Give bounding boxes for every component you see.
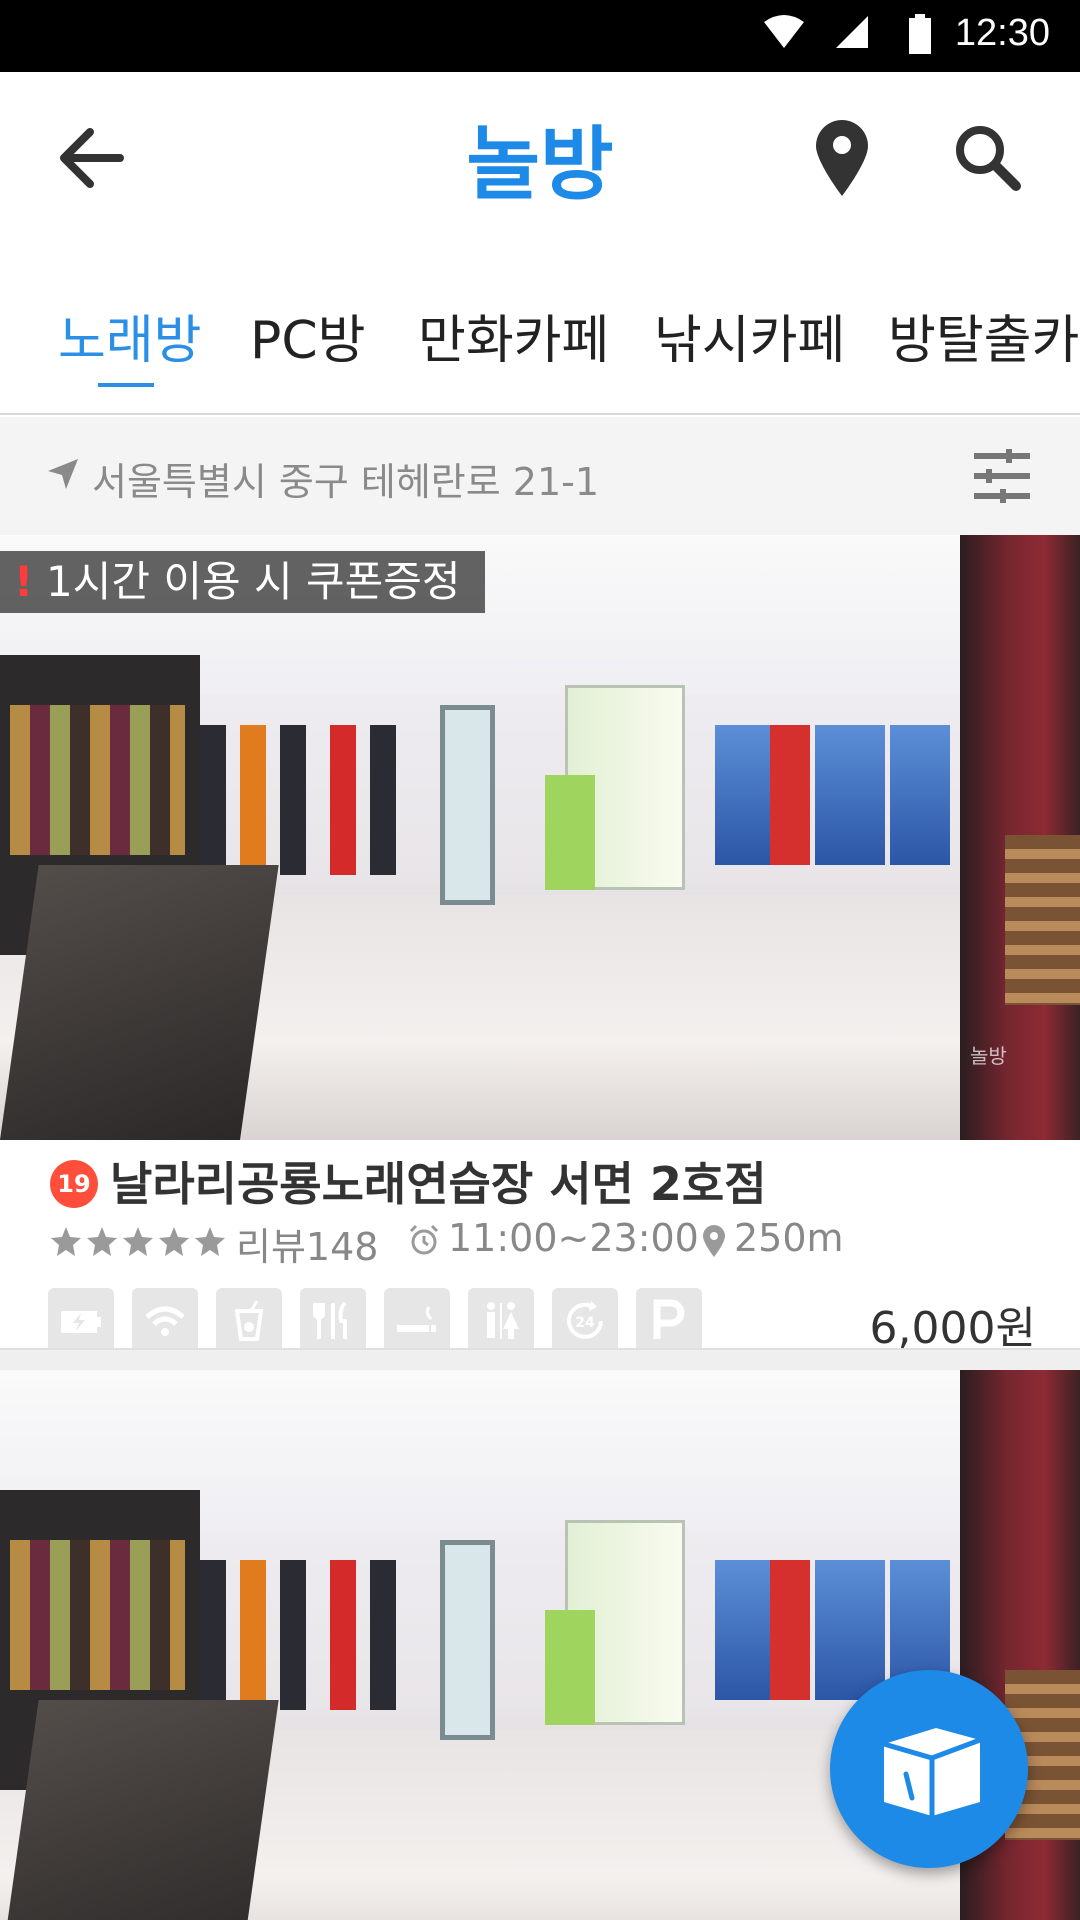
tab-indicator	[98, 383, 154, 387]
svg-text:24: 24	[575, 1315, 595, 1331]
alarm-clock-icon	[408, 1224, 440, 1260]
saved-bag-button[interactable]	[830, 1670, 1028, 1868]
promo-text: 1시간 이용 시 쿠폰증정	[46, 557, 461, 606]
drink-icon	[216, 1288, 282, 1354]
wifi-icon	[132, 1288, 198, 1354]
smoking-icon	[384, 1288, 450, 1354]
tab-pc-bang[interactable]: PC방	[250, 298, 366, 373]
listing-price: 6,000원	[869, 1303, 1036, 1354]
review-count[interactable]: 리뷰148	[236, 1216, 378, 1271]
rating-stars	[50, 1226, 228, 1262]
opening-hours: 11:00~23:00	[448, 1216, 699, 1260]
current-address: 서울특별시 중구 테헤란로 21-1	[92, 460, 600, 504]
listing-name[interactable]: 날라리공룡노래연습장 서면 2호점	[110, 1148, 767, 1214]
map-pin-icon[interactable]	[814, 118, 870, 202]
location-bar[interactable]: 서울특별시 중구 테헤란로 21-1	[0, 417, 1080, 535]
listing-card[interactable]: 놀방 ! 1시간 이용 시 쿠폰증정 19 날라리공룡노래연습장 서면 2호점 …	[0, 535, 1080, 1354]
exclamation-icon: !	[14, 557, 34, 606]
listing-info: 19 날라리공룡노래연습장 서면 2호점 리뷰148 11:00~23:00 2…	[0, 1140, 1080, 1354]
parking-icon	[636, 1288, 702, 1354]
status-bar: 12:30	[0, 0, 1080, 72]
listing-photo[interactable]: 놀방 ! 1시간 이용 시 쿠폰증정	[0, 535, 1080, 1140]
wifi-signal-icon	[762, 14, 806, 54]
tab-manhwa-cafe[interactable]: 만화카페	[418, 298, 609, 373]
search-icon[interactable]	[952, 122, 1022, 196]
age-restriction-badge: 19	[50, 1160, 98, 1208]
distance: 250m	[734, 1216, 844, 1260]
page-title: 놀방	[466, 118, 614, 211]
battery-icon	[48, 1288, 114, 1354]
photo-watermark: 놀방	[970, 1044, 1007, 1068]
tab-escape-cafe[interactable]: 방탈출카페	[888, 298, 1080, 373]
food-icon	[300, 1288, 366, 1354]
promo-badge: ! 1시간 이용 시 쿠폰증정	[0, 551, 485, 613]
restroom-icon	[468, 1288, 534, 1354]
category-tabs: 노래방 PC방 만화카페 낚시카페 방탈출카페	[0, 240, 1080, 415]
navigation-arrow-icon	[46, 457, 80, 495]
battery-status-icon	[908, 14, 932, 58]
tab-fishing-cafe[interactable]: 낚시카페	[654, 298, 845, 373]
bag-icon	[883, 1728, 981, 1816]
status-time: 12:30	[954, 12, 1050, 54]
filter-sliders-icon[interactable]	[972, 449, 1032, 507]
tab-noraebang[interactable]: 노래방	[58, 298, 202, 373]
app-bar: 놀방	[0, 72, 1080, 240]
24h-icon: 24	[552, 1288, 618, 1354]
location-pin-icon	[702, 1224, 726, 1262]
card-divider	[0, 1348, 1080, 1370]
cell-signal-icon	[834, 14, 870, 54]
